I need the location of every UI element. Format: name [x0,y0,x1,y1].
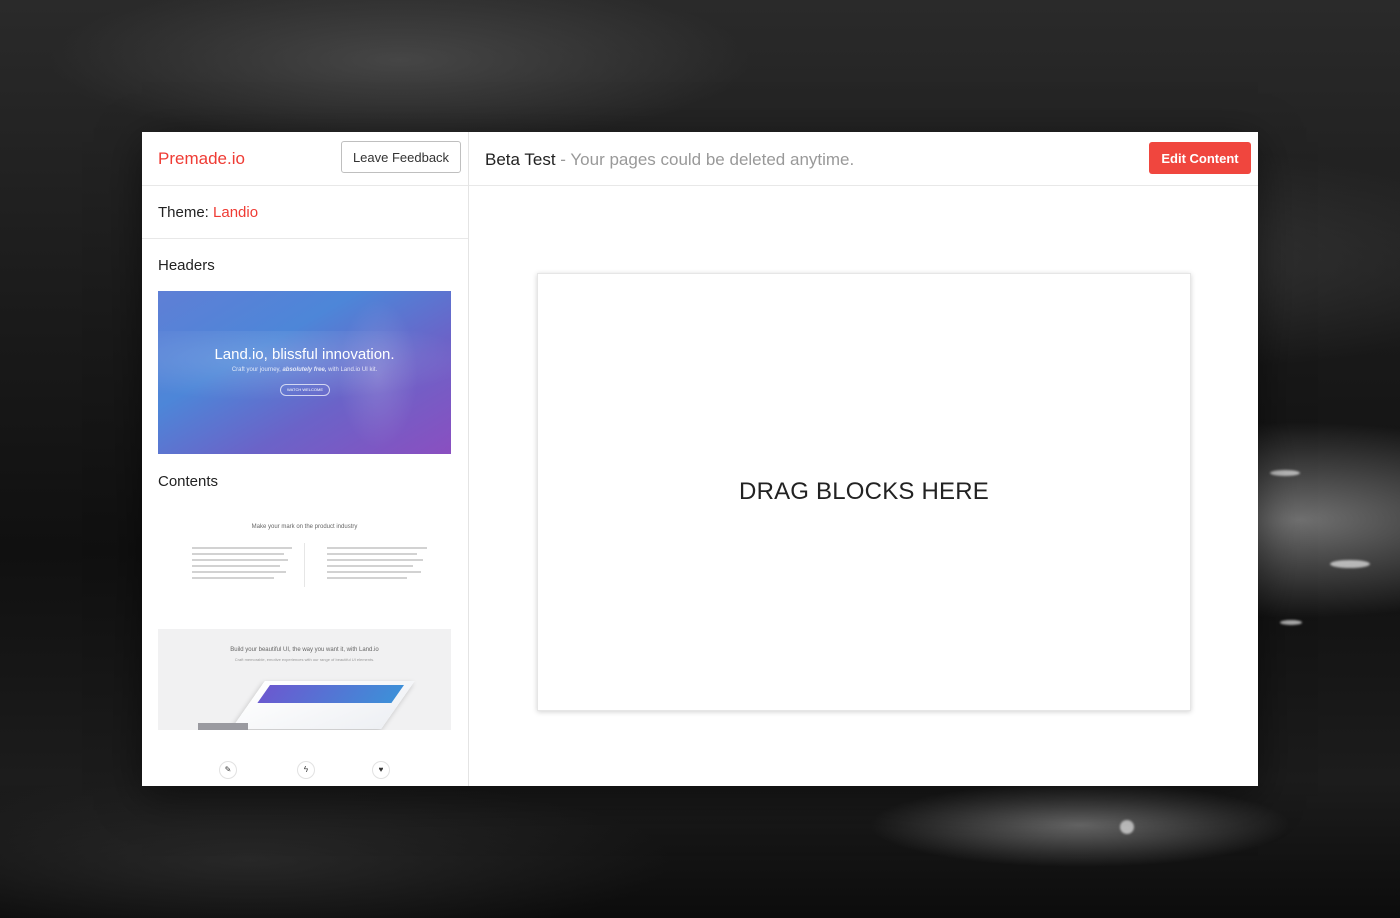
content-block-thumbnail-1[interactable]: Make your mark on the product industry [158,510,451,605]
thumbnail-watch-button: WATCH WELCOME [280,384,330,396]
edit-content-button[interactable]: Edit Content [1149,142,1251,174]
tablet-shadow [198,723,248,730]
thumbnail-subtitle: Craft your journey, absolutely free, wit… [158,367,451,373]
content-thumbnail-divider [304,543,305,587]
thumbnail-cyclist-image [338,299,418,449]
brand-logo[interactable]: Premade.io [158,149,245,169]
background-highlight [1280,620,1302,625]
beta-note: - Your pages could be deleted anytime. [555,150,855,169]
leave-feedback-button[interactable]: Leave Feedback [341,141,461,173]
content-thumbnail-3-preview[interactable]: ✎ ϟ ♥ [158,761,451,781]
content-thumbnail-2-title: Build your beautiful UI, the way you wan… [230,647,379,653]
content-thumbnail-column-right [327,547,427,583]
contents-section-title: Contents [158,473,219,490]
thumbnail-subtitle-start: Craft your journey, [231,367,281,373]
main-header: Beta Test - Your pages could be deleted … [469,132,1258,186]
content-thumbnail-title: Make your mark on the product industry [251,524,358,530]
app-window: Premade.io Leave Feedback Theme: Landio … [142,132,1258,786]
background-highlight [1270,470,1300,476]
tablet-screen [257,685,405,703]
heart-icon: ♥ [372,761,390,779]
theme-value[interactable]: Landio [213,204,258,221]
theme-label-text: Theme: [158,204,209,221]
thumbnail-title: Land.io, blissful innovation. [214,346,395,363]
beta-notice: Beta Test - Your pages could be deleted … [485,150,854,170]
thumbnail-subtitle-end: with Land.io UI kit. [328,367,378,373]
background-highlight [1330,560,1370,568]
content-thumbnail-2-subtitle: Craft memorable, emotive experiences wit… [234,657,375,662]
thumbnail-subtitle-emphasis: absolutely free, [282,367,327,373]
background-highlight [1120,820,1134,834]
sidebar-header: Premade.io Leave Feedback [142,132,468,186]
tablet-mockup-image [231,681,415,729]
sidebar: Premade.io Leave Feedback Theme: Landio … [142,132,469,786]
theme-label: Theme: Landio [158,204,258,221]
content-block-thumbnail-2[interactable]: Build your beautiful UI, the way you wan… [158,629,451,730]
header-block-thumbnail[interactable]: Land.io, blissful innovation. Craft your… [158,291,451,454]
theme-row: Theme: Landio [142,186,468,239]
main-panel: Beta Test - Your pages could be deleted … [469,132,1258,786]
content-thumbnail-column-left [192,547,292,583]
pencil-icon: ✎ [219,761,237,779]
bolt-icon: ϟ [297,761,315,779]
headers-section-title: Headers [158,257,215,274]
beta-label: Beta Test [485,150,556,169]
drop-zone-label: DRAG BLOCKS HERE [739,478,989,505]
drop-zone[interactable]: DRAG BLOCKS HERE [537,273,1191,711]
